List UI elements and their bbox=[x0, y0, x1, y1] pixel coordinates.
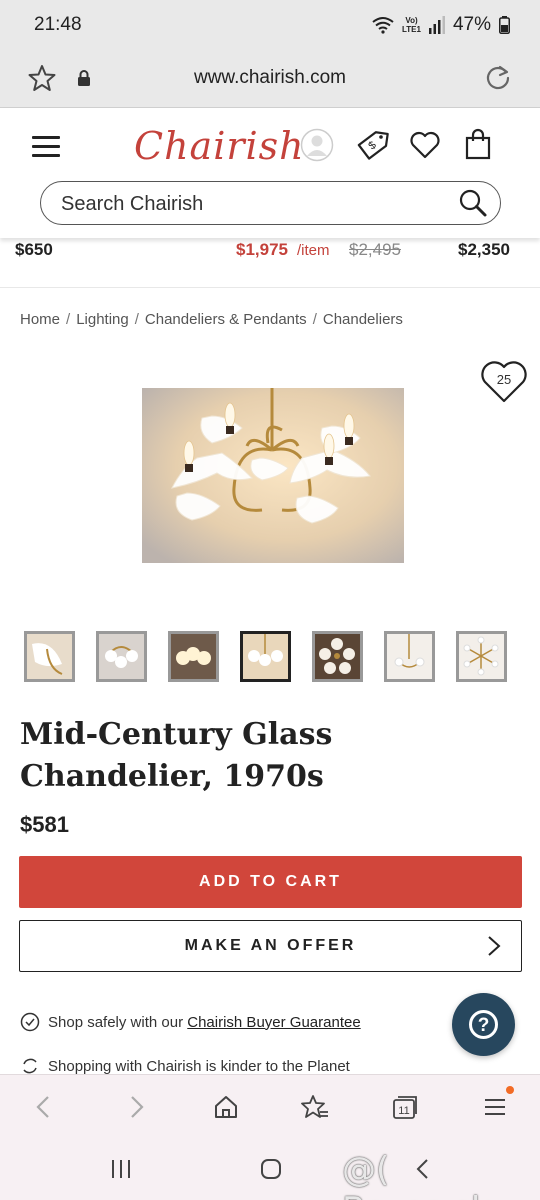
check-badge-icon bbox=[20, 1012, 40, 1032]
per-item-label: /item bbox=[297, 242, 330, 259]
bookmark-star-icon[interactable] bbox=[28, 64, 56, 92]
planet-notice: Shopping with Chairish is kinder to the … bbox=[20, 1058, 350, 1074]
recent-apps-icon[interactable] bbox=[110, 1158, 132, 1180]
svg-text:$: $ bbox=[366, 139, 378, 152]
help-label: ? bbox=[478, 1015, 490, 1036]
recommended-price[interactable]: $650 bbox=[15, 240, 53, 260]
search-placeholder: Search Chairish bbox=[61, 193, 204, 215]
battery-icon bbox=[499, 16, 510, 34]
browser-url-bar: www.chairish.com bbox=[0, 52, 540, 108]
thumbnail-active[interactable] bbox=[240, 631, 291, 682]
breadcrumb-chandeliers[interactable]: Chandeliers bbox=[323, 311, 403, 328]
thumbnail[interactable] bbox=[384, 631, 435, 682]
signal-icon bbox=[428, 16, 445, 34]
tab-count: 11 bbox=[398, 1105, 409, 1117]
url-text[interactable]: www.chairish.com bbox=[120, 67, 420, 89]
battery-percent: 47% bbox=[452, 14, 491, 35]
site-header: Chairish $ Search Chairish bbox=[0, 108, 540, 238]
breadcrumb-separator: / bbox=[66, 311, 71, 328]
forward-icon[interactable] bbox=[122, 1093, 150, 1121]
chevron-right-icon bbox=[488, 936, 501, 956]
thumbnail[interactable] bbox=[96, 631, 147, 682]
make-offer-label: MAKE AN OFFER bbox=[184, 937, 357, 954]
add-to-cart-button[interactable]: ADD TO CART bbox=[19, 856, 522, 908]
planet-text: Shopping with Chairish is kinder to the … bbox=[48, 1058, 350, 1074]
price-tag-icon[interactable]: $ bbox=[356, 128, 390, 162]
breadcrumb-home[interactable]: Home bbox=[20, 311, 60, 328]
thumbnail[interactable] bbox=[168, 631, 219, 682]
breadcrumb: Home / Lighting / Chandeliers & Pendants / Cha… bbox=[20, 311, 403, 328]
shopping-bag-icon[interactable] bbox=[461, 128, 495, 162]
network-label: Vo) LTE1 bbox=[402, 16, 421, 34]
thumbnail[interactable] bbox=[312, 631, 363, 682]
buyer-guarantee: Shop safely with our Chairish Buyer Guar… bbox=[20, 1012, 361, 1032]
home-icon[interactable] bbox=[212, 1093, 240, 1121]
lock-icon[interactable] bbox=[77, 69, 91, 87]
status-bar: 21:48 Vo) LTE1 47% bbox=[0, 0, 540, 52]
thumbnail[interactable] bbox=[24, 631, 75, 682]
breadcrumb-chandeliers-pendants[interactable]: Chandeliers & Pendants bbox=[145, 311, 307, 328]
search-icon[interactable] bbox=[458, 188, 488, 218]
make-offer-button[interactable]: MAKE AN OFFER bbox=[19, 920, 522, 972]
notification-dot bbox=[506, 1086, 514, 1094]
product-title: Mid-Century Glass Chandelier, 1970s bbox=[20, 717, 333, 794]
favorites-heart-icon[interactable] bbox=[408, 128, 442, 162]
watermark: @( Bazos.sk bbox=[342, 1150, 491, 1200]
menu-icon[interactable] bbox=[481, 1093, 509, 1121]
wifi-icon bbox=[372, 17, 394, 34]
back-icon[interactable] bbox=[30, 1093, 58, 1121]
status-indicators: Vo) LTE1 47% bbox=[372, 14, 510, 36]
volte-label: Vo) bbox=[405, 16, 418, 25]
thumbnail-strip bbox=[24, 631, 507, 682]
menu-icon[interactable] bbox=[32, 136, 60, 158]
lte-label: LTE1 bbox=[402, 25, 421, 34]
chairish-logo[interactable]: Chairish bbox=[134, 124, 305, 168]
product-price: $581 bbox=[20, 812, 69, 837]
favorite-count: 25 bbox=[496, 372, 512, 387]
bookmarks-star-icon[interactable] bbox=[301, 1093, 329, 1121]
recommendation-price-strip: $650 $1,975 /item $2,495 $2,350 bbox=[0, 238, 540, 288]
recommended-price[interactable]: $2,350 bbox=[458, 240, 510, 260]
help-button[interactable]: ? bbox=[452, 993, 515, 1056]
browser-toolbar: 11 bbox=[0, 1074, 540, 1138]
breadcrumb-lighting[interactable]: Lighting bbox=[76, 311, 129, 328]
favorite-button[interactable]: 25 bbox=[479, 357, 529, 405]
reload-icon[interactable] bbox=[484, 64, 512, 92]
breadcrumb-separator: / bbox=[134, 311, 139, 328]
account-icon[interactable] bbox=[300, 128, 334, 162]
buyer-guarantee-link[interactable]: Chairish Buyer Guarantee bbox=[187, 1014, 360, 1031]
recycle-icon bbox=[23, 1058, 37, 1074]
sale-price[interactable]: $1,975 bbox=[236, 240, 288, 260]
product-main-image[interactable] bbox=[142, 388, 404, 563]
original-price: $2,495 bbox=[349, 240, 401, 259]
status-time: 21:48 bbox=[34, 14, 82, 35]
breadcrumb-separator: / bbox=[312, 311, 317, 328]
guarantee-text: Shop safely with our bbox=[48, 1013, 184, 1031]
tabs-icon[interactable]: 11 bbox=[391, 1093, 419, 1121]
home-button-icon[interactable] bbox=[260, 1158, 282, 1180]
thumbnail[interactable] bbox=[456, 631, 507, 682]
search-input[interactable]: Search Chairish bbox=[40, 181, 501, 225]
help-icon: ? bbox=[469, 1010, 498, 1039]
